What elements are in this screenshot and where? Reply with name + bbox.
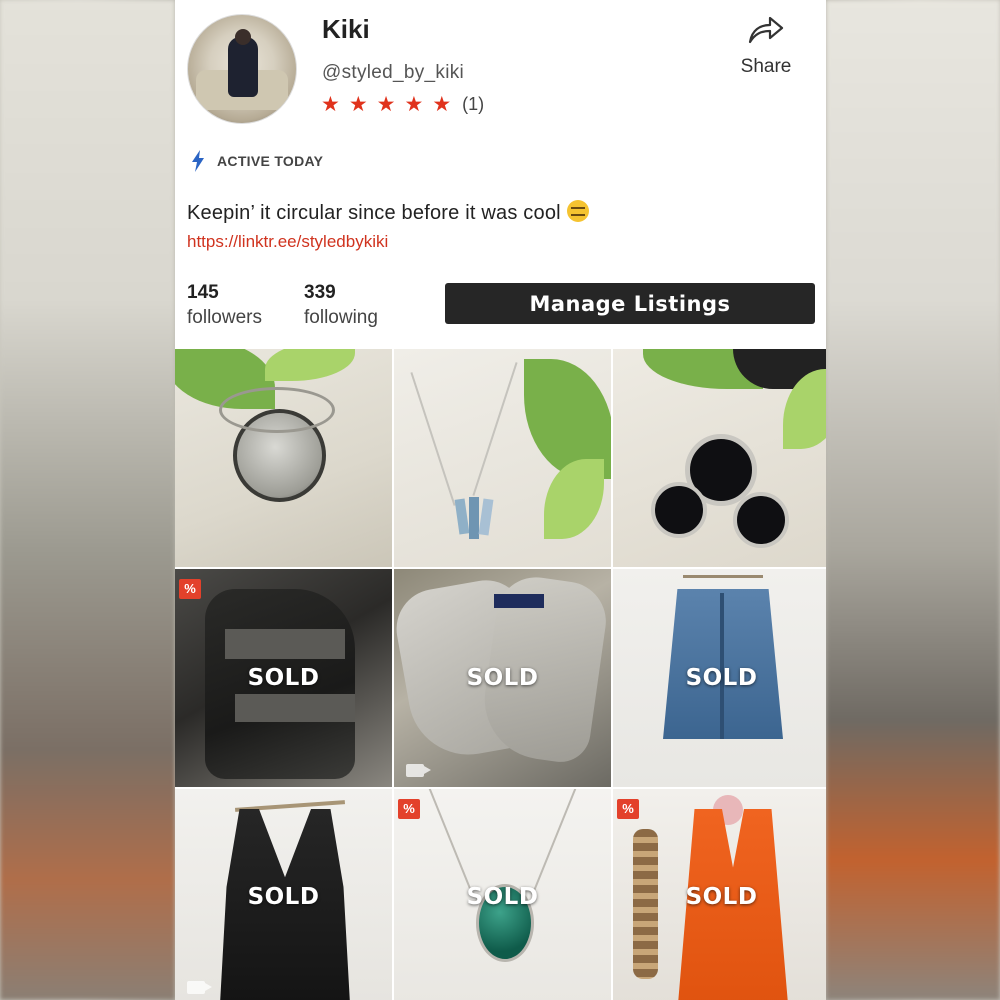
followers-label: followers	[187, 307, 262, 328]
sold-label: SOLD	[466, 883, 539, 910]
share-button[interactable]: Share	[721, 14, 811, 78]
discount-badge: %	[617, 799, 639, 819]
activity-label: ACTIVE TODAY	[217, 153, 324, 169]
listing-tile-denim-skirt[interactable]: SOLD	[613, 569, 826, 787]
sold-label: SOLD	[247, 665, 320, 691]
share-label: Share	[740, 56, 792, 77]
avatar[interactable]	[187, 14, 297, 124]
star-icon: ★	[404, 93, 424, 116]
listing-tile-orange-vest[interactable]: % SOLD	[613, 789, 826, 1000]
listing-tile-leather-boots[interactable]: % SOLD	[175, 569, 392, 787]
profile-handle: @styled_by_kiki	[322, 62, 465, 83]
following-count: 339	[304, 282, 336, 303]
star-icon: ★	[348, 93, 368, 116]
sold-label: SOLD	[685, 883, 758, 910]
sold-label: SOLD	[466, 665, 539, 691]
nerd-face-emoji-icon	[566, 200, 589, 222]
listing-tile-black-romper[interactable]: SOLD	[175, 789, 392, 1000]
background-blur-left	[0, 0, 175, 1000]
listing-tile-starburst-earrings[interactable]	[613, 349, 826, 567]
listing-tile-sneakers[interactable]: SOLD	[394, 569, 611, 787]
following-stat[interactable]: 339 following	[304, 282, 378, 329]
share-icon	[748, 16, 784, 44]
sold-label: SOLD	[685, 665, 758, 691]
manage-listings-button[interactable]: Manage Listings	[445, 283, 815, 324]
bio: Keepin’ it circular since before it was …	[187, 200, 589, 225]
followers-stat[interactable]: 145 followers	[187, 282, 262, 329]
rating[interactable]: ★ ★ ★ ★ ★ (1)	[321, 94, 484, 115]
listing-tile-green-pendant-necklace[interactable]: % SOLD	[394, 789, 611, 1000]
following-label: following	[304, 307, 378, 328]
profile-screen: Kiki @styled_by_kiki ★ ★ ★ ★ ★ (1) Share…	[175, 0, 826, 1000]
star-icon: ★	[432, 93, 452, 116]
bio-text: Keepin’ it circular since before it was …	[187, 202, 561, 224]
video-icon	[406, 764, 431, 777]
background-blur-right	[826, 0, 1000, 1000]
video-icon	[187, 981, 212, 994]
discount-badge: %	[179, 579, 201, 599]
profile-name: Kiki	[322, 14, 370, 44]
listings-grid: % SOLD SOLD SOLD SOLD % SOLD % SOLD	[175, 349, 826, 1000]
activity-status: ACTIVE TODAY	[191, 150, 323, 172]
sold-label: SOLD	[247, 883, 320, 910]
lightning-icon	[192, 150, 204, 172]
rating-count: (1)	[462, 94, 485, 114]
star-icon: ★	[321, 93, 340, 116]
listing-tile-crystal-necklace[interactable]	[394, 349, 611, 567]
discount-badge: %	[398, 799, 420, 819]
profile-link[interactable]: https://linktr.ee/styledbykiki	[187, 232, 388, 252]
listing-tile-ring[interactable]	[175, 349, 392, 567]
star-icon: ★	[376, 93, 396, 116]
followers-count: 145	[187, 282, 219, 303]
